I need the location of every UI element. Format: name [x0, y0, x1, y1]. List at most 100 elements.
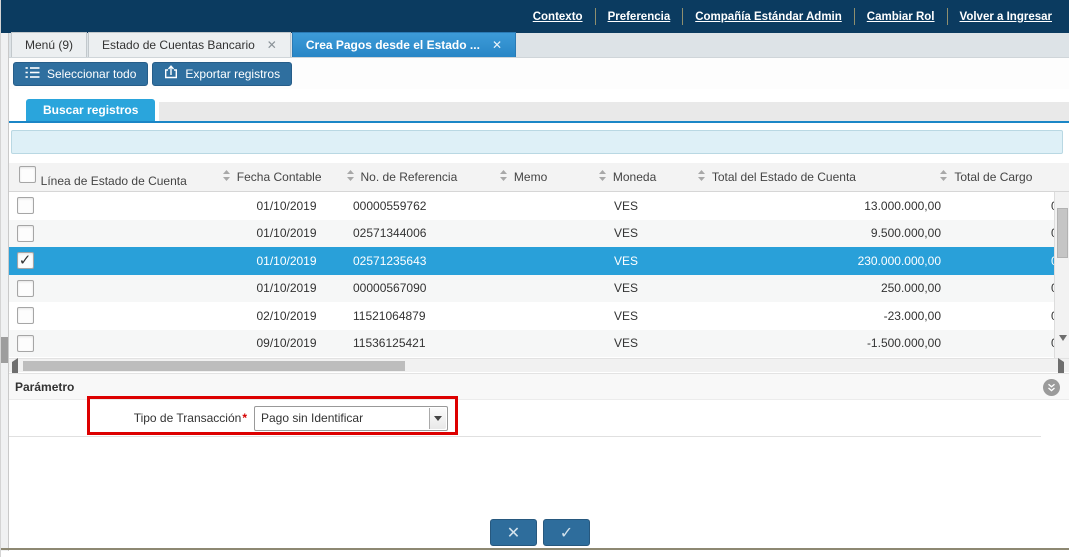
- table-header-row: Línea de Estado de Cuenta Fecha Contable…: [9, 163, 1069, 192]
- cell-total-estado: 13.000.000,00: [704, 199, 949, 213]
- close-icon[interactable]: ✕: [267, 38, 277, 52]
- tab-estado-cuentas[interactable]: Estado de Cuentas Bancario ✕: [88, 32, 291, 57]
- transaction-type-label: Tipo de Transacción*: [97, 411, 247, 425]
- cell-fecha: 09/10/2019: [224, 336, 349, 350]
- select-all-label: Seleccionar todo: [47, 67, 136, 81]
- column-header-total-cargo[interactable]: Total de Cargo: [939, 163, 1069, 191]
- table-row[interactable]: 01/10/2019 00000567090 VES 250.000,00 0,: [9, 275, 1054, 303]
- transaction-type-select[interactable]: Pago sin Identificar: [254, 406, 448, 431]
- table-body: 01/10/2019 00000559762 VES 13.000.000,00…: [9, 192, 1054, 358]
- close-icon[interactable]: ✕: [492, 38, 502, 52]
- tab-menu-label: Menú (9): [25, 38, 73, 52]
- cell-moneda: VES: [604, 281, 704, 295]
- sort-icon[interactable]: [222, 169, 231, 185]
- sort-icon[interactable]: [697, 169, 706, 185]
- required-marker: *: [242, 411, 247, 425]
- west-panel-splitter[interactable]: [1, 33, 9, 551]
- table-row[interactable]: 02/10/2019 11521064879 VES -23.000,00 0,: [9, 302, 1054, 330]
- row-checkbox[interactable]: [17, 335, 34, 352]
- action-toolbar: Seleccionar todo Exportar registros: [1, 58, 1069, 89]
- tab-crea-pagos[interactable]: Crea Pagos desde el Estado ... ✕: [292, 32, 516, 57]
- column-header-total-estado[interactable]: Total del Estado de Cuenta: [697, 163, 939, 191]
- column-header-fecha[interactable]: Fecha Contable: [222, 163, 346, 191]
- cell-fecha: 01/10/2019: [224, 226, 349, 240]
- vertical-scrollbar[interactable]: [1054, 192, 1069, 358]
- confirm-icon: ✓: [560, 523, 573, 543]
- cell-referencia: 00000567090: [349, 281, 504, 295]
- change-role-link[interactable]: Cambiar Rol: [855, 11, 947, 23]
- parameter-field-row: Tipo de Transacción* Pago sin Identifica…: [9, 400, 1041, 437]
- header-checkbox[interactable]: [19, 166, 36, 183]
- context-link[interactable]: Contexto: [521, 11, 595, 23]
- checkmark-icon: ✓: [19, 253, 32, 268]
- scroll-down-icon[interactable]: [1059, 341, 1067, 355]
- search-tab-underline: [9, 121, 1069, 123]
- sort-icon[interactable]: [598, 169, 607, 185]
- export-records-button[interactable]: Exportar registros: [152, 62, 292, 86]
- cell-referencia: 11521064879: [349, 309, 504, 323]
- table-row[interactable]: 01/10/2019 02571344006 VES 9.500.000,00 …: [9, 220, 1054, 248]
- cell-moneda: VES: [604, 336, 704, 350]
- company-role-link[interactable]: Compañía Estándar Admin: [683, 11, 854, 23]
- sort-icon[interactable]: [939, 169, 948, 185]
- select-all-button[interactable]: Seleccionar todo: [13, 62, 148, 86]
- chevron-down-icon[interactable]: [429, 408, 446, 429]
- confirm-button[interactable]: ✓: [543, 519, 590, 546]
- row-checkbox[interactable]: [17, 307, 34, 324]
- row-checkbox[interactable]: [17, 225, 34, 242]
- column-header-memo[interactable]: Memo: [499, 163, 598, 191]
- table-row[interactable]: 09/10/2019 11536125421 VES -1.500.000,00…: [9, 330, 1054, 358]
- cell-referencia: 02571235643: [349, 254, 504, 268]
- search-tab-strip: [159, 102, 1069, 121]
- cell-moneda: VES: [604, 226, 704, 240]
- row-checkbox-cell: ✓: [9, 252, 41, 269]
- cell-referencia: 11536125421: [349, 336, 504, 350]
- cell-total-estado: 9.500.000,00: [704, 226, 949, 240]
- sort-icon[interactable]: [499, 169, 508, 185]
- row-checkbox-cell: [9, 197, 41, 214]
- tab-buscar-registros[interactable]: Buscar registros: [26, 99, 155, 122]
- scroll-up-icon[interactable]: [1059, 195, 1067, 209]
- cell-fecha: 01/10/2019: [224, 254, 349, 268]
- cancel-icon: ✕: [507, 523, 520, 543]
- table-row[interactable]: 01/10/2019 00000559762 VES 13.000.000,00…: [9, 192, 1054, 220]
- tab-menu[interactable]: Menú (9): [11, 32, 87, 57]
- sort-icon[interactable]: [346, 169, 355, 185]
- cell-referencia: 00000559762: [349, 199, 504, 213]
- tab-estado-cuentas-label: Estado de Cuentas Bancario: [102, 38, 255, 52]
- row-checkbox-cell: [9, 280, 41, 297]
- tab-crea-pagos-label: Crea Pagos desde el Estado ...: [306, 38, 480, 52]
- vertical-scrollbar-thumb[interactable]: [1057, 208, 1068, 258]
- application-window: Contexto Preferencia Compañía Estándar A…: [0, 0, 1069, 557]
- parameter-panel-title: Parámetro: [15, 380, 74, 394]
- cell-total-estado: 250.000,00: [704, 281, 949, 295]
- transaction-type-value: Pago sin Identificar: [255, 407, 447, 430]
- preference-link[interactable]: Preferencia: [596, 11, 683, 23]
- list-icon: [25, 66, 40, 82]
- row-checkbox-cell: [9, 225, 41, 242]
- row-checkbox[interactable]: ✓: [17, 252, 34, 269]
- horizontal-scrollbar[interactable]: [9, 358, 1069, 372]
- cancel-button[interactable]: ✕: [490, 519, 537, 546]
- cell-fecha: 01/10/2019: [224, 199, 349, 213]
- parameter-panel-header: Parámetro: [9, 373, 1069, 400]
- splitter-grip[interactable]: [1, 337, 8, 363]
- row-checkbox[interactable]: [17, 197, 34, 214]
- row-checkbox-cell: [9, 307, 41, 324]
- cell-total-cargo: 0,: [949, 226, 1054, 240]
- cell-total-estado: -1.500.000,00: [704, 336, 949, 350]
- cell-total-cargo: 0,: [949, 254, 1054, 268]
- column-header-linea[interactable]: Línea de Estado de Cuenta: [41, 163, 222, 191]
- column-header-moneda[interactable]: Moneda: [598, 163, 697, 191]
- search-filter-input[interactable]: [11, 130, 1063, 154]
- export-icon: [164, 65, 178, 82]
- column-header-referencia[interactable]: No. de Referencia: [346, 163, 499, 191]
- collapse-parameter-icon[interactable]: [1043, 379, 1060, 396]
- cell-moneda: VES: [604, 309, 704, 323]
- table-row[interactable]: ✓ 01/10/2019 02571235643 VES 230.000.000…: [9, 247, 1054, 275]
- horizontal-scrollbar-thumb[interactable]: [23, 361, 405, 371]
- cell-total-cargo: 0,: [949, 309, 1054, 323]
- row-checkbox[interactable]: [17, 280, 34, 297]
- cell-fecha: 02/10/2019: [224, 309, 349, 323]
- logout-link[interactable]: Volver a Ingresar: [948, 11, 1064, 23]
